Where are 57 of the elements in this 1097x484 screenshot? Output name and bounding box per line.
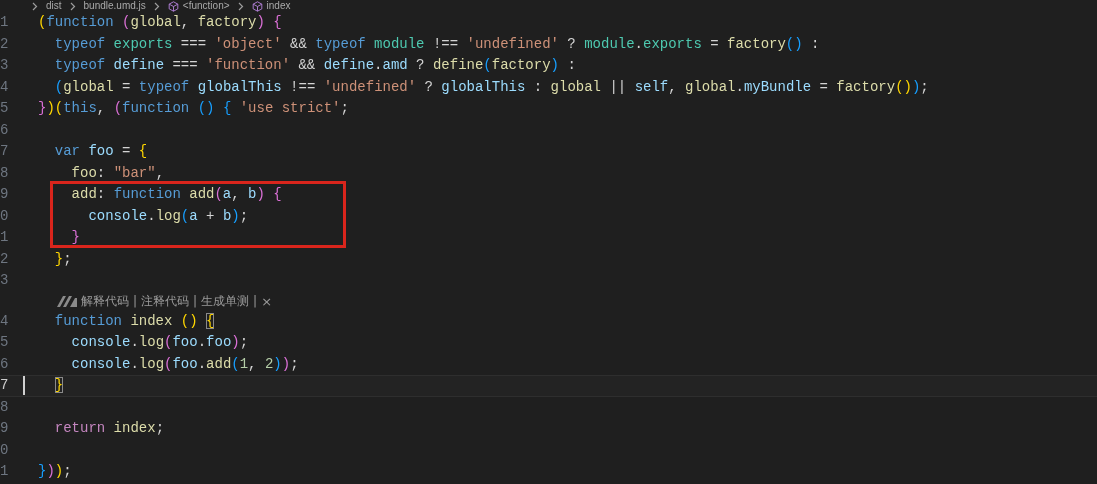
code-line: var foo = { xyxy=(53,142,148,162)
line-number: 8 xyxy=(0,163,10,183)
code-line: })(this, (function () { 'use strict'; xyxy=(38,99,349,119)
code-line: (function (global, factory) { xyxy=(38,13,282,33)
close-button[interactable]: × xyxy=(261,294,273,308)
line-number: 5 xyxy=(0,99,10,119)
code-line: typeof exports === 'object' && typeof module !== 'undefined' ? module.exports = factory() : xyxy=(53,34,820,54)
chevron-icon xyxy=(69,1,76,11)
separator: | xyxy=(193,293,198,310)
code-line: typeof define === 'function' && define.amd ? define(factory) : xyxy=(53,56,576,76)
code-line: console.log(a + b); xyxy=(87,206,249,226)
separator: | xyxy=(253,293,258,310)
code-line: } xyxy=(70,228,80,248)
line-number: 3 xyxy=(0,56,10,76)
chevron-icon xyxy=(237,1,244,11)
breadcrumb-item[interactable]: <function> xyxy=(182,0,230,12)
line-number: 0 xyxy=(0,206,10,226)
line-number: 9 xyxy=(0,185,10,205)
code-line: add: function add(a, b) { xyxy=(70,185,282,205)
cube-icon xyxy=(251,0,263,12)
line-number: 6 xyxy=(0,120,10,140)
breadcrumb-item[interactable]: index xyxy=(266,0,291,12)
code-line: console.log(foo.foo); xyxy=(70,333,249,353)
code-line: } xyxy=(53,376,64,396)
line-number: 8 xyxy=(0,397,10,417)
chevron-icon xyxy=(153,1,160,11)
codelens-link[interactable]: 解释代码 xyxy=(81,292,129,310)
text-cursor xyxy=(23,376,25,396)
cube-icon xyxy=(167,0,179,12)
line-number: 0 xyxy=(0,440,10,460)
line-number: 1 xyxy=(0,228,10,248)
line-number: 1 xyxy=(0,13,10,33)
line-number: 7 xyxy=(0,376,10,396)
code-line: }; xyxy=(53,249,72,269)
line-number: 9 xyxy=(0,419,10,439)
line-number: 7 xyxy=(0,142,10,162)
code-line: function index () { xyxy=(53,311,215,331)
logo-icon xyxy=(57,295,77,307)
breadcrumb-item[interactable]: dist xyxy=(46,0,62,12)
code-line: foo: "bar", xyxy=(70,163,165,183)
breadcrumb-item[interactable]: bundle.umd.js xyxy=(83,0,146,12)
line-number: 2 xyxy=(0,34,10,54)
chevron-icon xyxy=(32,1,38,11)
line-number: 3 xyxy=(0,271,10,291)
code-line: (global = typeof globalThis !== 'undefined' ? globalThis : global || self, global.myBundle = factory()); xyxy=(53,77,929,97)
line-number: 5 xyxy=(0,333,10,353)
code-line: console.log(foo.add(1, 2)); xyxy=(70,354,299,374)
line-number: 1 xyxy=(0,462,10,482)
line-number: 2 xyxy=(0,249,10,269)
codelens-link[interactable]: 生成单测 xyxy=(201,292,250,310)
code-line: })); xyxy=(38,462,72,482)
codelens-link[interactable]: 注释代码 xyxy=(141,292,190,310)
separator: | xyxy=(133,293,138,310)
line-number: 6 xyxy=(0,354,10,374)
line-number: 4 xyxy=(0,77,10,97)
line-number: 4 xyxy=(0,311,10,331)
code-line: return index; xyxy=(53,419,165,439)
